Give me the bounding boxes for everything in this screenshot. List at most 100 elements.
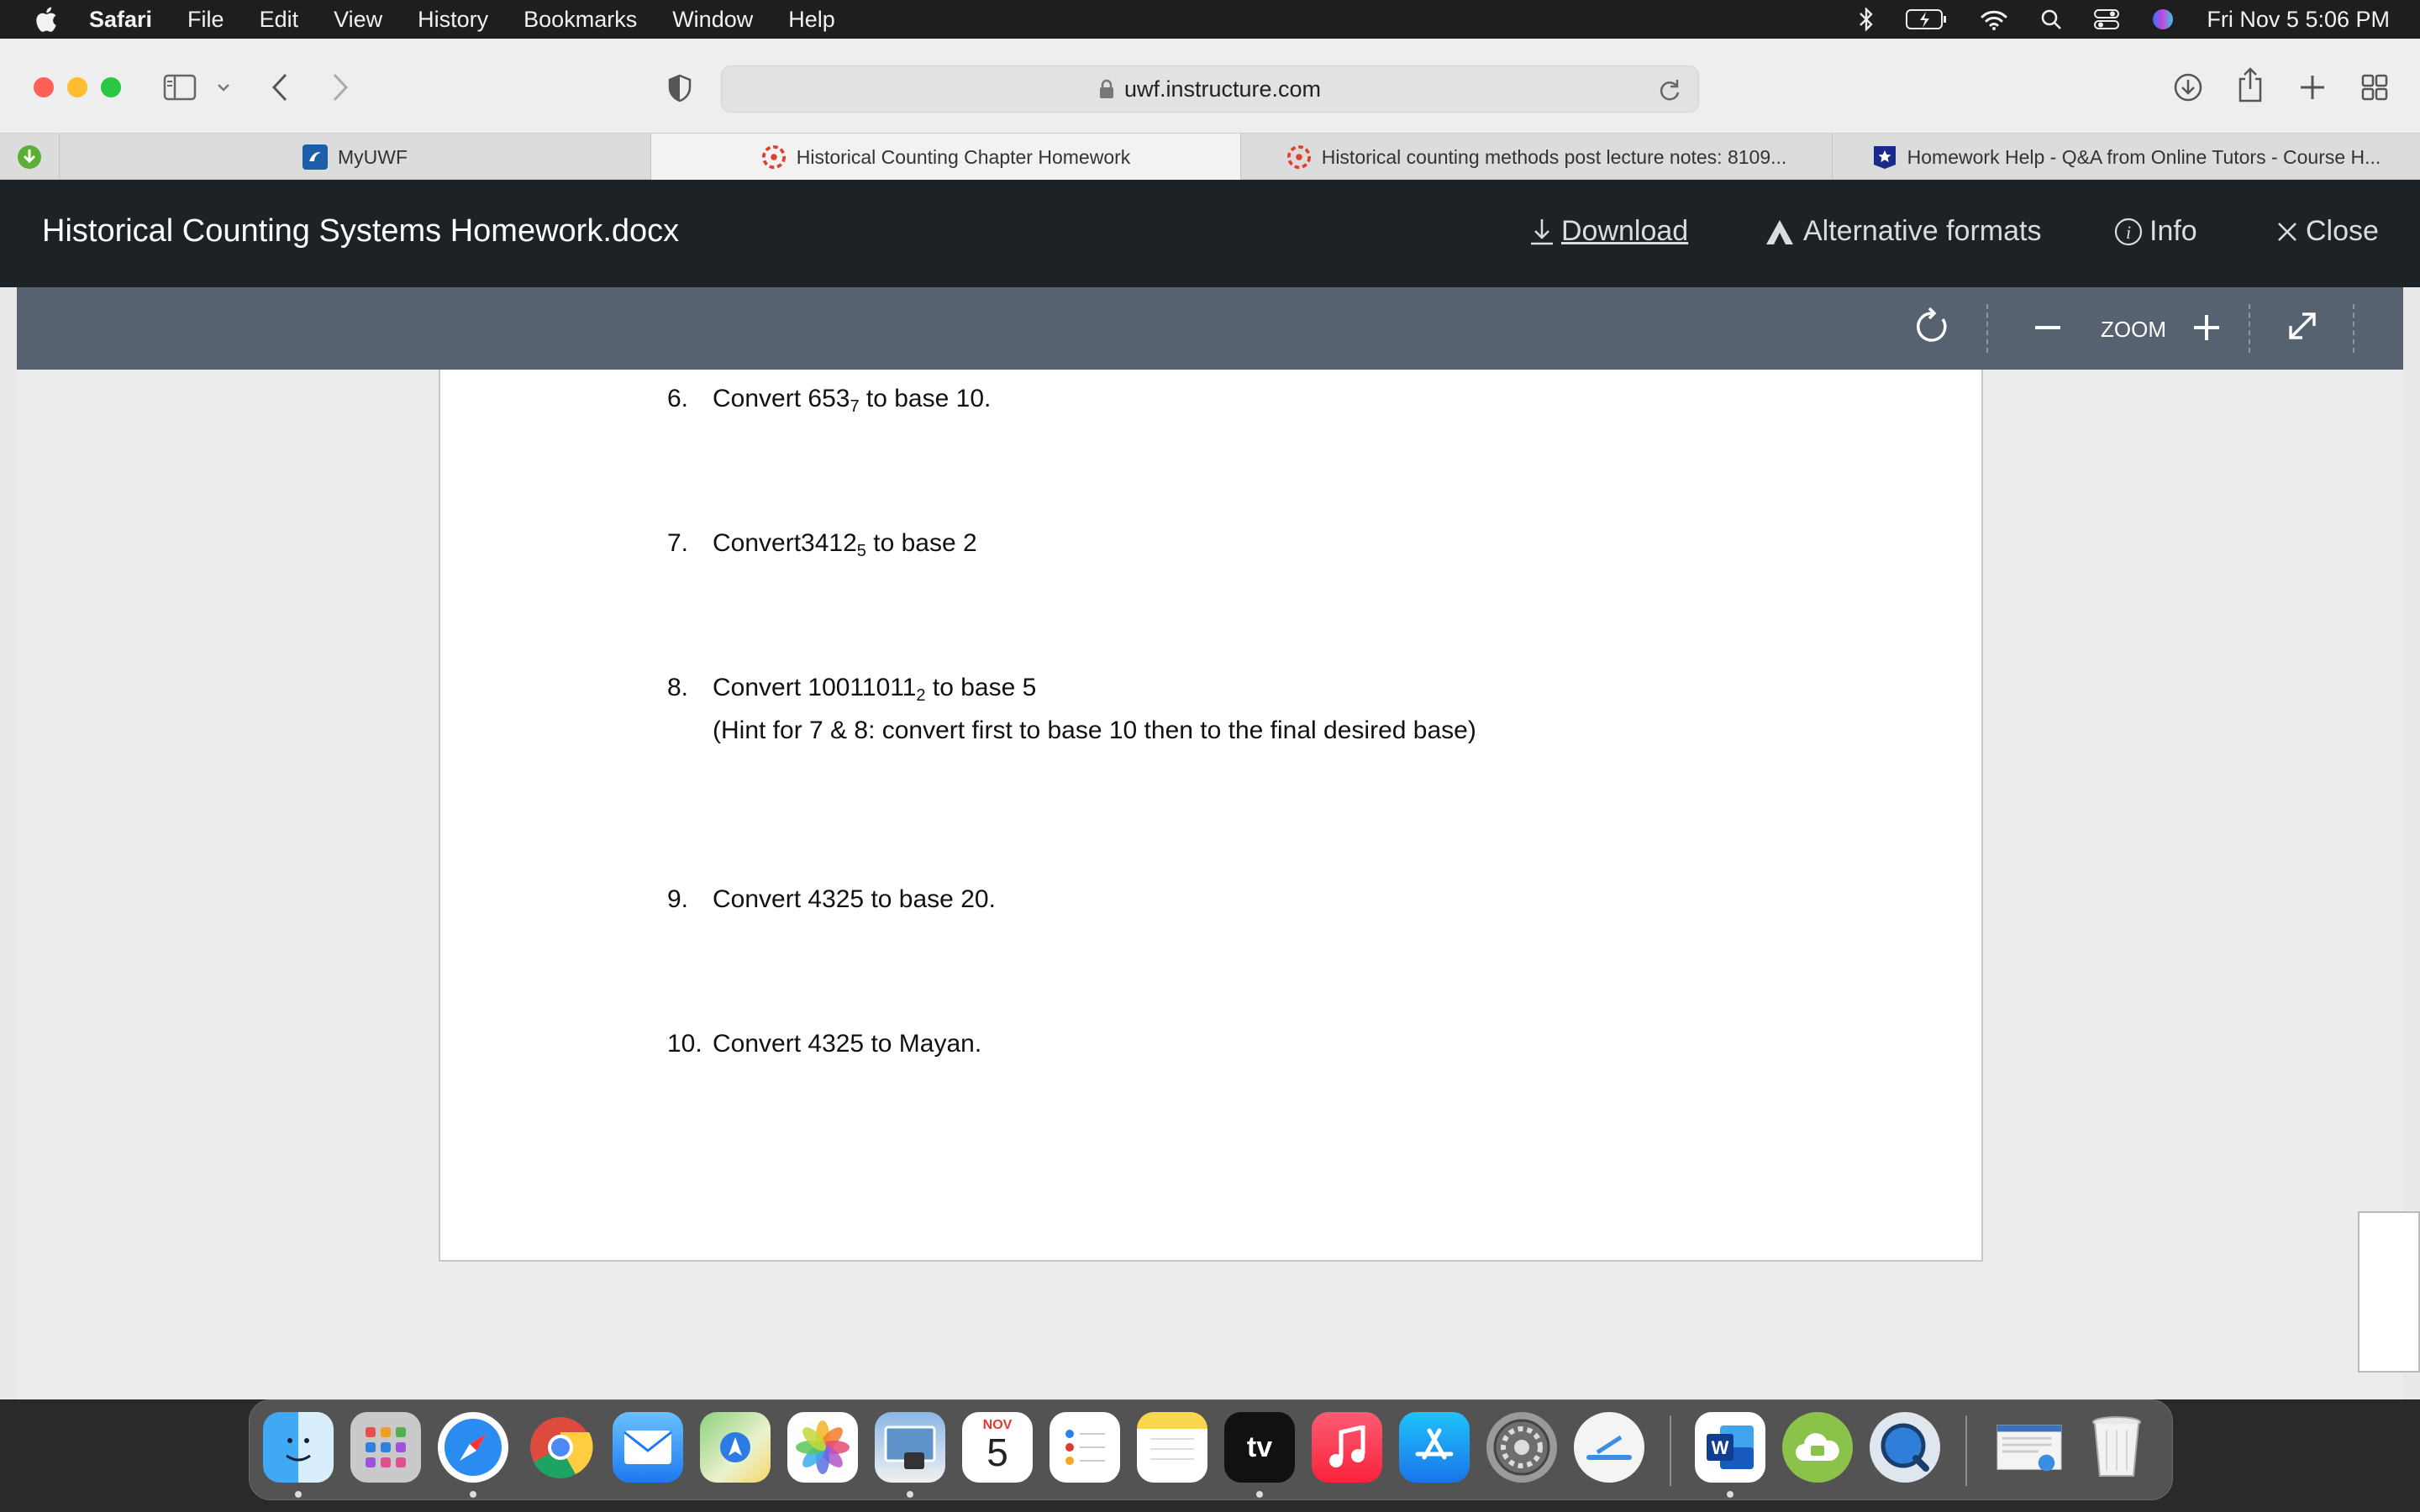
back-icon[interactable] (271, 72, 289, 102)
canvas-favicon (761, 144, 786, 170)
question-6: 6. Convert 6537 to base 10. (667, 385, 992, 416)
chrome-icon[interactable] (525, 1412, 596, 1483)
forward-icon[interactable] (331, 72, 350, 102)
info-button[interactable]: i Info (2114, 215, 2197, 248)
downloads-icon[interactable] (2173, 72, 2203, 102)
close-label: Close (2306, 215, 2379, 247)
zoom-out-icon[interactable] (2035, 326, 2060, 331)
zoom-in-icon[interactable] (2193, 314, 2220, 341)
menu-clock[interactable]: Fri Nov 5 5:06 PM (2207, 7, 2390, 33)
document-viewport[interactable]: 6. Convert 6537 to base 10. 7. Convert3412… (17, 370, 2403, 1399)
info-icon: i (2114, 218, 2143, 245)
url-text: uwf.instructure.com (1123, 76, 1322, 102)
menu-edit[interactable]: Edit (260, 7, 299, 33)
alternative-formats-label: Alternative formats (1803, 215, 2042, 247)
apple-icon[interactable] (32, 5, 59, 34)
tab-overview-icon[interactable] (2361, 74, 2388, 101)
download-button[interactable]: Download (1529, 215, 1688, 248)
question-9: 9. Convert 4325 to base 20. (667, 885, 996, 913)
alternative-formats-button[interactable]: Alternative formats (1763, 215, 2041, 248)
menu-window[interactable]: Window (672, 7, 753, 33)
new-tab-icon[interactable] (2299, 74, 2326, 101)
calendar-icon[interactable]: NOV 5 (962, 1412, 1033, 1483)
toolbar-separator (1986, 304, 1988, 353)
address-bar[interactable]: uwf.instructure.com (721, 66, 1699, 113)
app-store-icon[interactable] (1399, 1412, 1470, 1483)
web-page: Historical Counting Systems Homework.doc… (0, 180, 2420, 1399)
tab-label: MyUWF (337, 145, 408, 168)
menu-history[interactable]: History (418, 7, 488, 33)
cloud-backup-icon[interactable] (1782, 1412, 1853, 1483)
svg-text:i: i (2126, 222, 2131, 243)
menu-help[interactable]: Help (788, 7, 835, 33)
calendar-day: 5 (986, 1431, 1008, 1474)
reminders-icon[interactable] (1050, 1412, 1120, 1483)
menu-safari[interactable]: Safari (89, 7, 152, 33)
notes-icon[interactable] (1137, 1412, 1207, 1483)
canvas-favicon (1286, 144, 1312, 170)
photos-icon[interactable] (787, 1412, 858, 1483)
screenshot-thumbnail[interactable] (2358, 1211, 2420, 1373)
running-indicator (295, 1491, 302, 1498)
privacy-shield-icon[interactable] (667, 74, 692, 102)
microsoft-word-icon[interactable]: W (1695, 1412, 1765, 1483)
trash-icon[interactable] (2081, 1412, 2152, 1483)
mail-icon[interactable] (613, 1412, 683, 1483)
rotate-icon[interactable] (1912, 307, 1951, 346)
running-indicator (1727, 1491, 1733, 1498)
downloads-stack-icon[interactable] (1994, 1412, 2065, 1483)
minimize-window-button[interactable] (67, 77, 87, 97)
document-page: 6. Convert 6537 to base 10. 7. Convert3412… (439, 370, 1983, 1262)
tab-lecture-notes[interactable]: Historical counting methods post lecture… (1240, 134, 1832, 181)
fullscreen-icon[interactable] (2286, 309, 2319, 343)
chevron-down-icon[interactable] (217, 82, 230, 92)
dock: NOV 5 tv W (249, 1399, 2173, 1500)
pinned-tab[interactable] (0, 134, 59, 181)
reload-icon[interactable] (1658, 78, 1681, 102)
question-10: 10. Convert 4325 to Mayan. (667, 1030, 982, 1058)
wifi-icon[interactable] (1980, 8, 2008, 30)
word-label: W (1712, 1437, 1729, 1458)
tab-myuwf[interactable]: MyUWF (59, 134, 650, 181)
finder-icon[interactable] (263, 1412, 334, 1483)
control-center-icon[interactable] (2094, 8, 2120, 30)
sidebar-icon[interactable] (163, 74, 197, 101)
question-7: 7. Convert34125 to base 2 (667, 529, 977, 560)
launchpad-icon[interactable] (350, 1412, 421, 1483)
share-icon[interactable] (2237, 67, 2264, 102)
zoom-label: ZOOM (2101, 317, 2166, 342)
system-preferences-icon[interactable] (1486, 1412, 1557, 1483)
pinned-site-icon (18, 145, 41, 169)
quicktime-icon[interactable] (1870, 1412, 1940, 1483)
menu-bookmarks[interactable]: Bookmarks (523, 7, 637, 33)
close-window-button[interactable] (34, 77, 54, 97)
screen-sharing-icon[interactable] (1574, 1412, 1644, 1483)
question-8: 8. Convert 100110112 to base 5 (Hint for … (667, 670, 1476, 748)
safari-icon[interactable] (438, 1412, 508, 1483)
tab-homework-help[interactable]: Homework Help - Q&A from Online Tutors -… (1832, 134, 2420, 181)
battery-icon[interactable] (1906, 8, 1948, 30)
tab-label: Historical Counting Chapter Homework (796, 145, 1131, 168)
maps-icon[interactable] (700, 1412, 771, 1483)
download-icon (1531, 218, 1553, 244)
siri-icon[interactable] (2151, 8, 2175, 31)
tab-historical-counting-homework[interactable]: Historical Counting Chapter Homework (650, 134, 1240, 181)
dock-separator (1965, 1415, 1967, 1486)
bluetooth-icon[interactable] (1859, 8, 1874, 31)
myuwf-favicon (302, 144, 328, 170)
running-indicator (907, 1491, 913, 1498)
spotlight-search-icon[interactable] (2040, 8, 2062, 30)
menu-bar: Safari File Edit View History Bookmarks … (0, 0, 2420, 39)
menu-view[interactable]: View (334, 7, 382, 33)
document-toolbar: ZOOM (17, 287, 2403, 370)
zoom-window-button[interactable] (101, 77, 121, 97)
running-indicator (470, 1491, 476, 1498)
apple-tv-label: tv (1246, 1431, 1273, 1463)
music-icon[interactable] (1312, 1412, 1382, 1483)
alternative-formats-icon (1766, 219, 1793, 244)
menu-file[interactable]: File (187, 7, 224, 33)
preview-icon[interactable] (875, 1412, 945, 1483)
apple-tv-icon[interactable]: tv (1224, 1412, 1295, 1483)
close-viewer-button[interactable]: Close (2275, 215, 2379, 248)
info-label: Info (2149, 215, 2197, 247)
